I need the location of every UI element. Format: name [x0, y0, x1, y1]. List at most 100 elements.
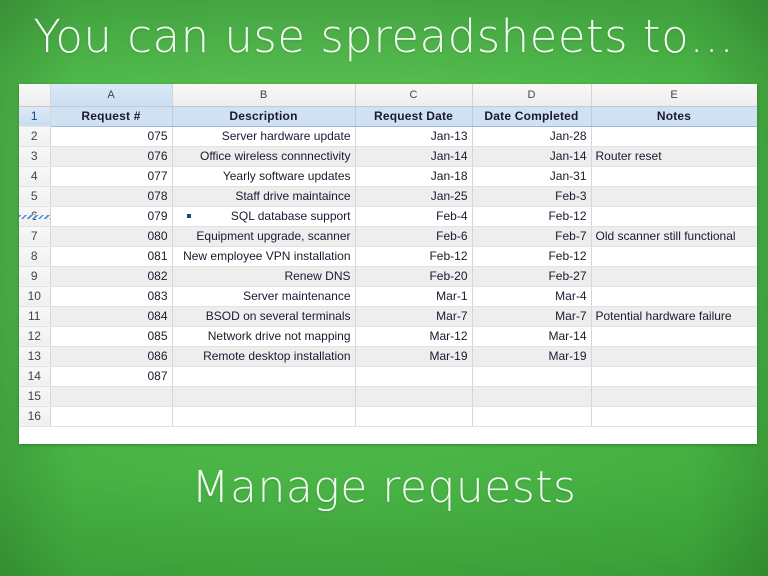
cell-request-date[interactable]: Mar-7	[355, 306, 473, 327]
cell-date-completed[interactable]: Mar-14	[472, 326, 592, 347]
row-number-2[interactable]: 2	[19, 126, 51, 147]
spreadsheet-grid[interactable]: A B C D E 1 Request # Description Reques…	[19, 84, 757, 427]
table-header-row[interactable]: 1 Request # Description Request Date Dat…	[19, 106, 757, 127]
cell-date-completed[interactable]: Mar-4	[472, 286, 592, 307]
cell-notes[interactable]	[591, 266, 757, 287]
cell-request-number[interactable]: 082	[50, 266, 173, 287]
header-cell-notes[interactable]: Notes	[591, 106, 757, 127]
cell-notes[interactable]	[591, 346, 757, 367]
cell-notes[interactable]: Old scanner still functional	[591, 226, 757, 247]
cell-request-date[interactable]: Mar-1	[355, 286, 473, 307]
row-number-16[interactable]: 16	[19, 406, 51, 427]
table-row[interactable]: 10 083 Server maintenance Mar-1 Mar-4	[19, 286, 757, 307]
cell-description[interactable]: Server maintenance	[172, 286, 356, 307]
cell-notes[interactable]	[591, 126, 757, 147]
cell-description[interactable]: SQL database support	[172, 206, 356, 227]
cell-description[interactable]: Office wireless connnectivity	[172, 146, 356, 167]
cell-request-date[interactable]: Feb-12	[355, 246, 473, 267]
spreadsheet-body[interactable]: 1 Request # Description Request Date Dat…	[19, 106, 757, 427]
cell-request-date[interactable]: Feb-6	[355, 226, 473, 247]
cell-description[interactable]: Equipment upgrade, scanner	[172, 226, 356, 247]
cell-request-number[interactable]: 083	[50, 286, 173, 307]
cell-description[interactable]: BSOD on several terminals	[172, 306, 356, 327]
cell-request-date[interactable]	[355, 366, 473, 387]
cell-notes[interactable]: Router reset	[591, 146, 757, 167]
row-number-1[interactable]: 1	[19, 106, 51, 127]
table-row[interactable]: 4 077 Yearly software updates Jan-18 Jan-31	[19, 166, 757, 187]
cell-date-completed[interactable]: Mar-19	[472, 346, 592, 367]
cell-date-completed[interactable]	[472, 386, 592, 407]
cell-request-number[interactable]: 076	[50, 146, 173, 167]
cell-notes[interactable]: Potential hardware failure	[591, 306, 757, 327]
cell-description[interactable]: New employee VPN installation	[172, 246, 356, 267]
spreadsheet[interactable]: A B C D E 1 Request # Description Reques…	[19, 84, 757, 444]
cell-request-date[interactable]: Feb-4	[355, 206, 473, 227]
cell-description[interactable]: Yearly software updates	[172, 166, 356, 187]
cell-request-number[interactable]: 084	[50, 306, 173, 327]
column-header-a[interactable]: A	[50, 84, 173, 107]
cell-description[interactable]	[172, 406, 356, 427]
table-row[interactable]: 15	[19, 386, 757, 407]
selection-handle[interactable]	[187, 214, 191, 218]
cell-notes[interactable]	[591, 246, 757, 267]
row-number-11[interactable]: 11	[19, 306, 51, 327]
row-number-3[interactable]: 3	[19, 146, 51, 167]
cell-request-number[interactable]: 086	[50, 346, 173, 367]
cell-date-completed[interactable]: Feb-3	[472, 186, 592, 207]
cell-date-completed[interactable]: Mar-7	[472, 306, 592, 327]
cell-request-date[interactable]: Jan-13	[355, 126, 473, 147]
cell-date-completed[interactable]: Feb-7	[472, 226, 592, 247]
row-number-8[interactable]: 8	[19, 246, 51, 267]
table-row[interactable]: 7 080 Equipment upgrade, scanner Feb-6 Feb-7…	[19, 226, 757, 247]
cell-description[interactable]: Remote desktop installation	[172, 346, 356, 367]
row-number-9[interactable]: 9	[19, 266, 51, 287]
cell-notes[interactable]	[591, 206, 757, 227]
cell-request-date[interactable]: Feb-20	[355, 266, 473, 287]
table-row[interactable]: 5 078 Staff drive maintaince Jan-25 Feb-3	[19, 186, 757, 207]
cell-request-number[interactable]: 075	[50, 126, 173, 147]
cell-date-completed[interactable]: Jan-14	[472, 146, 592, 167]
cell-description[interactable]	[172, 386, 356, 407]
cell-notes[interactable]	[591, 166, 757, 187]
cell-request-number[interactable]: 081	[50, 246, 173, 267]
cell-request-number[interactable]: 087	[50, 366, 173, 387]
table-row[interactable]: 16	[19, 406, 757, 427]
cell-request-date[interactable]: Jan-25	[355, 186, 473, 207]
column-header-b[interactable]: B	[172, 84, 356, 107]
cell-date-completed[interactable]	[472, 366, 592, 387]
cell-date-completed[interactable]: Jan-31	[472, 166, 592, 187]
cell-date-completed[interactable]: Jan-28	[472, 126, 592, 147]
cell-request-number[interactable]: 085	[50, 326, 173, 347]
cell-description[interactable]	[172, 366, 356, 387]
header-cell-description[interactable]: Description	[172, 106, 356, 127]
row-number-5[interactable]: 5	[19, 186, 51, 207]
table-row[interactable]: 12 085 Network drive not mapping Mar-12 Mar-…	[19, 326, 757, 347]
row-number-15[interactable]: 15	[19, 386, 51, 407]
cell-date-completed[interactable]	[472, 406, 592, 427]
cell-date-completed[interactable]: Feb-12	[472, 206, 592, 227]
row-number-4[interactable]: 4	[19, 166, 51, 187]
cell-notes[interactable]	[591, 326, 757, 347]
header-cell-date-completed[interactable]: Date Completed	[472, 106, 592, 127]
table-row[interactable]: 11 084 BSOD on several terminals Mar-7 Mar-7…	[19, 306, 757, 327]
header-cell-request-date[interactable]: Request Date	[355, 106, 473, 127]
cell-request-number[interactable]	[50, 386, 173, 407]
header-cell-request-number[interactable]: Request #	[50, 106, 173, 127]
row-number-13[interactable]: 13	[19, 346, 51, 367]
table-row[interactable]: 9 082 Renew DNS Feb-20 Feb-27	[19, 266, 757, 287]
cell-notes[interactable]	[591, 386, 757, 407]
cell-date-completed[interactable]: Feb-27	[472, 266, 592, 287]
cell-request-date[interactable]	[355, 386, 473, 407]
cell-description[interactable]: Network drive not mapping	[172, 326, 356, 347]
column-header-e[interactable]: E	[591, 84, 757, 107]
cell-description[interactable]: Server hardware update	[172, 126, 356, 147]
cell-request-number[interactable]: 080	[50, 226, 173, 247]
cell-request-date[interactable]	[355, 406, 473, 427]
cell-notes[interactable]	[591, 366, 757, 387]
table-row[interactable]: 8 081 New employee VPN installation Feb-12 F…	[19, 246, 757, 267]
table-row[interactable]: 6079SQL database supportFeb-4Feb-12	[19, 206, 757, 227]
cell-request-number[interactable]: 078	[50, 186, 173, 207]
cell-description[interactable]: Renew DNS	[172, 266, 356, 287]
cell-request-number[interactable]	[50, 406, 173, 427]
column-header-d[interactable]: D	[472, 84, 592, 107]
